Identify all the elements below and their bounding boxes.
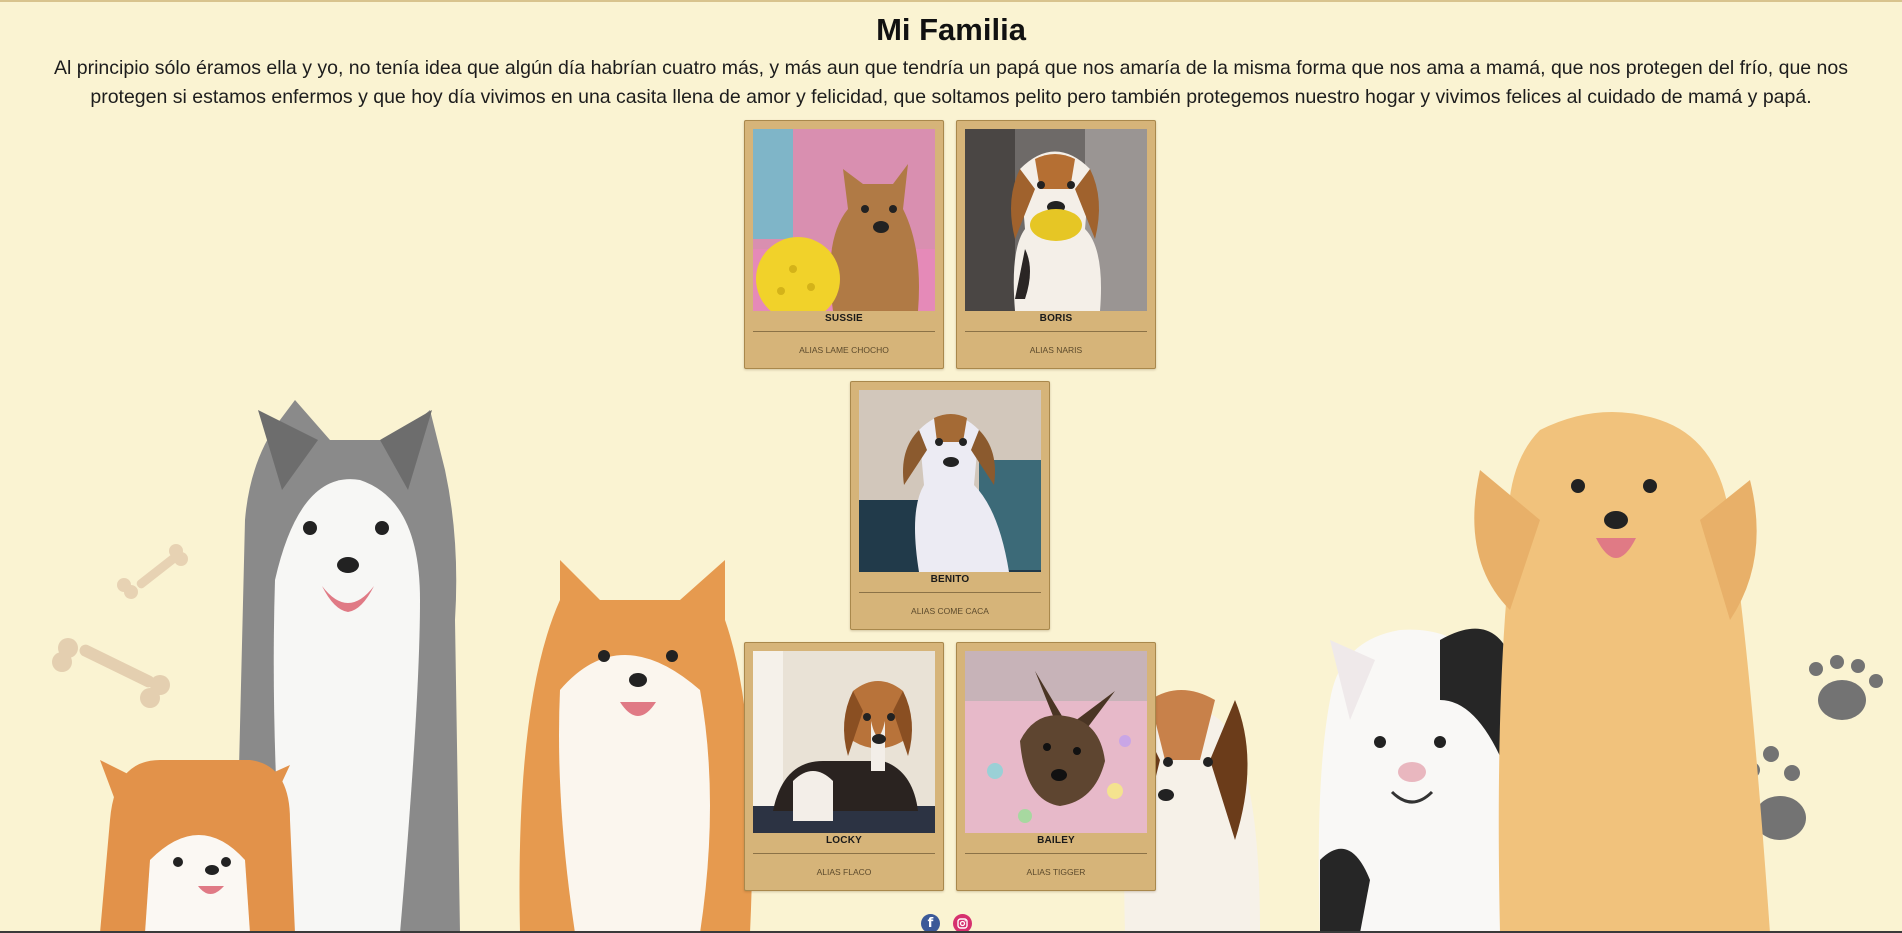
dog-name: BORIS	[1039, 313, 1073, 324]
bone-icon	[52, 638, 170, 708]
shiba-illustration	[519, 560, 753, 933]
dog-card-benito: BENITO ALIAS COME CACA	[850, 381, 1050, 630]
bone-icon	[117, 544, 188, 599]
dog-alias: ALIAS TIGGER	[1026, 867, 1086, 877]
dog-name: SUSSIE	[825, 313, 863, 324]
divider	[965, 853, 1147, 854]
intro-paragraph: Al principio sólo éramos ella y yo, no t…	[54, 57, 1848, 108]
dog-name: BENITO	[930, 574, 970, 585]
dog-photo-benito	[859, 390, 1041, 572]
dog-card-locky: LOCKY ALIAS FLACO	[744, 642, 944, 891]
dog-alias: ALIAS NARIS	[1029, 345, 1083, 355]
dog-alias: ALIAS COME CACA	[911, 606, 989, 616]
dog-name: LOCKY	[826, 835, 862, 846]
dog-card-bailey: BAILEY ALIAS TIGGER	[956, 642, 1156, 891]
divider	[753, 853, 935, 854]
golden-retriever-illustration	[1474, 412, 1770, 933]
dog-photo-locky	[753, 651, 935, 833]
page-title: Mi Familia	[876, 12, 1026, 47]
dog-name: BAILEY	[1037, 835, 1075, 846]
dog-alias: ALIAS FLACO	[816, 867, 872, 877]
dog-photo-sussie	[753, 129, 935, 311]
black-white-dog-illustration	[1318, 628, 1520, 933]
corgi-illustration	[100, 760, 295, 933]
divider	[753, 331, 935, 332]
dog-photo-bailey	[965, 651, 1147, 833]
dog-photo-boris	[965, 129, 1147, 311]
dog-card-boris: BORIS ALIAS NARIS	[956, 120, 1156, 369]
dog-alias: ALIAS LAME CHOCHO	[799, 345, 889, 355]
divider	[965, 331, 1147, 332]
dog-card-sussie: SUSSIE ALIAS LAME CHOCHO	[744, 120, 944, 369]
divider	[859, 592, 1041, 593]
